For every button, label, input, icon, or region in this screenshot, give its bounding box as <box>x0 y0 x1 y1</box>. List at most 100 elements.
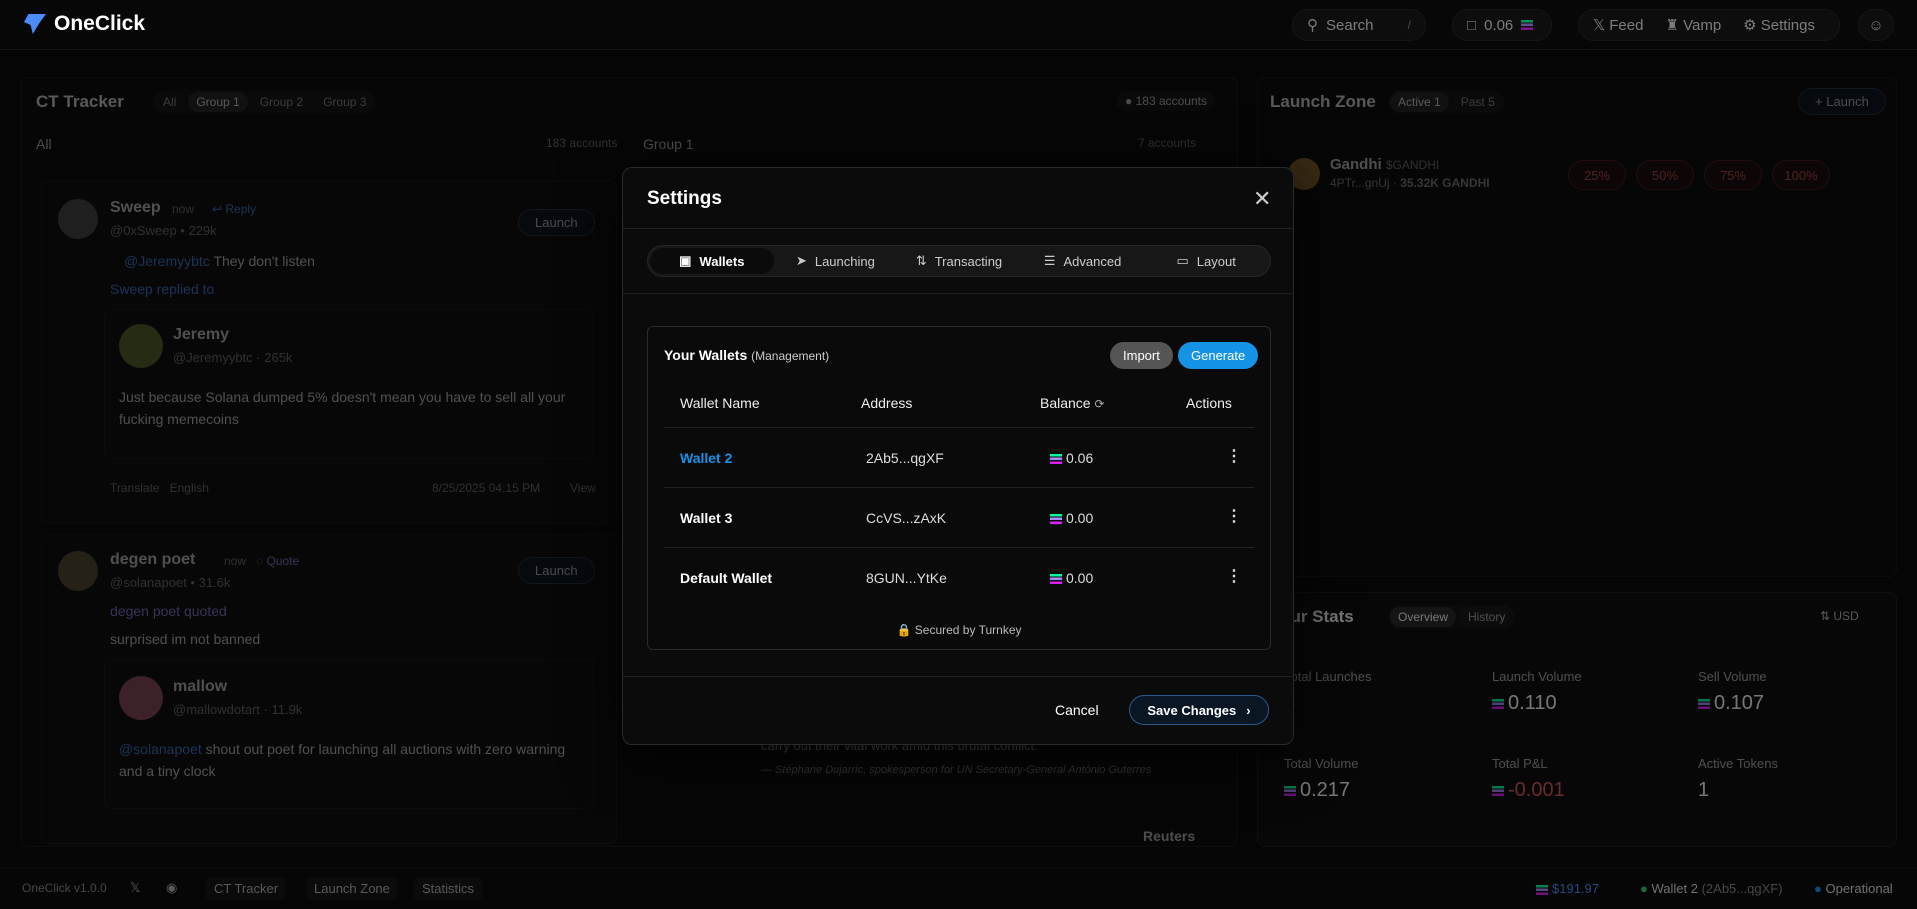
save-changes-button[interactable]: Save Changes › <box>1129 695 1269 725</box>
inner-tweet[interactable]: Jeremy @Jeremyybtc · 265k Just because S… <box>104 309 594 459</box>
settings-modal: Settings ✕ ▣ Wallets ➤ Launching ⇅ Transact… <box>622 167 1294 745</box>
settings-tabs: ▣ Wallets ➤ Launching ⇅ Transacting ☰ Advanc… <box>647 245 1271 277</box>
import-button[interactable]: Import <box>1110 342 1173 369</box>
generate-button[interactable]: Generate <box>1178 342 1259 369</box>
news-attribution: — Stéphane Dujarric, spokesperson for UN… <box>761 764 1152 776</box>
group-tab-1[interactable]: Group 1 <box>188 92 248 112</box>
wallet-icon: □ <box>1467 16 1477 34</box>
author-handle: @Jeremyybtc · 265k <box>173 350 293 365</box>
app-version: OneClick v1.0.0 <box>22 881 107 895</box>
chevron-right-icon: › <box>1246 702 1251 718</box>
group-tab-3[interactable]: Group 3 <box>315 92 375 112</box>
stat-item: Total Launches5 <box>1284 669 1372 714</box>
group-tab-all[interactable]: All <box>155 92 185 112</box>
column-header-name: Wallet Name <box>680 395 760 411</box>
more-options-icon[interactable]: ⋮ <box>1226 566 1242 586</box>
launch-button[interactable]: Launch <box>518 557 595 584</box>
lock-icon: 🔒 <box>896 623 912 637</box>
wallet-icon: ▣ <box>679 253 692 268</box>
group-tabs: All Group 1 Group 2 Group 3 <box>153 90 377 114</box>
launch-zone-tabs: Active 1 Past 5 <box>1388 90 1505 114</box>
launch-button[interactable]: Launch <box>518 209 595 236</box>
tab-wallets[interactable]: ▣ Wallets <box>650 248 774 274</box>
search-icon: ⚲ <box>1307 17 1318 34</box>
stat-item: Total P&L -0.001 <box>1492 756 1565 801</box>
currency-toggle[interactable]: ⇅ USD <box>1820 609 1859 623</box>
tab-active[interactable]: Active 1 <box>1390 92 1449 112</box>
column-group-count: 7 accounts <box>1138 136 1197 150</box>
app-logo[interactable]: OneClick <box>24 12 145 36</box>
column-header-address: Address <box>861 395 913 411</box>
close-icon[interactable]: ✕ <box>1253 186 1271 212</box>
tab-advanced[interactable]: ☰ Advanced <box>1021 248 1145 274</box>
cancel-button[interactable]: Cancel <box>1055 702 1099 718</box>
tweet-card[interactable]: Sweep now ↩ Reply @0xSweep • 229k Launch… <box>41 180 617 524</box>
rocket-icon: ➤ <box>795 253 807 268</box>
column-all-title: All <box>36 136 52 152</box>
stat-item: Active Tokens 1 <box>1698 756 1778 801</box>
footer-tab-launch-zone[interactable]: Launch Zone <box>306 877 398 900</box>
modal-title: Settings <box>647 188 722 209</box>
more-options-icon[interactable]: ⋮ <box>1226 506 1242 526</box>
wallet-name[interactable]: Default Wallet <box>680 570 772 586</box>
wallet-balance: 0.00 <box>1050 570 1093 586</box>
tab-past[interactable]: Past 5 <box>1452 92 1503 112</box>
profile-button[interactable]: ☺ <box>1858 9 1894 41</box>
search-shortcut: / <box>1407 18 1411 32</box>
tab-overview[interactable]: Overview <box>1390 607 1457 627</box>
footer-tab-statistics[interactable]: Statistics <box>414 877 483 900</box>
inner-tweet[interactable]: mallow @mallowdotart · 11.9k @solanapoet… <box>104 659 594 809</box>
tweet-date: 8/25/2025 04:15 PM <box>432 481 541 495</box>
sell-25-button[interactable]: 25% <box>1568 160 1626 190</box>
group-tab-2[interactable]: Group 2 <box>251 92 312 112</box>
avatar <box>58 551 98 591</box>
translate-button[interactable]: Translate English <box>110 481 209 495</box>
vamp-button[interactable]: ♜ Vamp <box>1665 16 1721 34</box>
wallet-name[interactable]: Wallet 3 <box>680 510 732 526</box>
footer-wallet[interactable]: ● Wallet 2 (2Ab5...qgXF) <box>1640 881 1783 896</box>
author-handle: @0xSweep • 229k <box>110 223 217 238</box>
stats-tabs: Overview History <box>1388 605 1516 629</box>
sell-75-button[interactable]: 75% <box>1704 160 1762 190</box>
solana-icon <box>1050 514 1062 525</box>
tweet-time: now <box>172 202 195 216</box>
logo-icon <box>24 14 46 34</box>
view-link[interactable]: View <box>570 481 596 495</box>
tab-launching[interactable]: ➤ Launching <box>774 248 898 274</box>
discord-icon[interactable]: ◉ <box>166 880 177 896</box>
table-row[interactable]: Default Wallet 8GUN...YtKe 0.00 ⋮ <box>664 547 1254 607</box>
launch-zone-panel: Launch Zone Active 1 Past 5 + Launch Gan… <box>1257 77 1897 577</box>
wallets-title: Your Wallets (Management) <box>664 347 830 363</box>
footer-balance: $191.97 <box>1536 881 1599 896</box>
tab-layout[interactable]: ▭ Layout <box>1144 248 1268 274</box>
settings-button[interactable]: ⚙ Settings <box>1743 16 1815 34</box>
swap-icon: ⇅ <box>915 253 927 268</box>
sell-100-button[interactable]: 100% <box>1772 160 1830 190</box>
solana-icon <box>1050 574 1062 585</box>
stat-item: Launch Volume 0.110 <box>1492 669 1582 714</box>
x-icon[interactable]: 𝕏 <box>130 880 140 896</box>
tab-transacting[interactable]: ⇅ Transacting <box>897 248 1021 274</box>
nav-group: 𝕏 Feed ♜ Vamp ⚙ Settings <box>1578 9 1840 41</box>
stat-item: Sell Volume 0.107 <box>1698 669 1767 714</box>
search-input[interactable]: ⚲ Search / <box>1292 9 1426 41</box>
author-handle: @solanapoet • 31.6k <box>110 575 231 590</box>
new-launch-button[interactable]: + Launch <box>1798 88 1886 115</box>
wallet-name[interactable]: Wallet 2 <box>680 450 732 466</box>
tweet-card[interactable]: degen poet now ◌ Quote @solanapoet • 31.… <box>41 534 617 844</box>
wallet-balance: 0.00 <box>1050 510 1093 526</box>
reply-badge: ↩ Reply <box>212 202 257 216</box>
more-options-icon[interactable]: ⋮ <box>1226 446 1242 466</box>
table-row[interactable]: Wallet 2 2Ab5...qgXF 0.06 ⋮ <box>664 427 1254 487</box>
column-all-count: 183 accounts <box>546 136 618 150</box>
table-row[interactable]: Wallet 3 CcVS...zAxK 0.00 ⋮ <box>664 487 1254 547</box>
solana-icon <box>1050 454 1062 465</box>
feed-button[interactable]: 𝕏 Feed <box>1593 16 1643 34</box>
tab-history[interactable]: History <box>1460 607 1514 627</box>
sell-50-button[interactable]: 50% <box>1636 160 1694 190</box>
tweet-time: now <box>224 554 247 568</box>
footer-tab-ct-tracker[interactable]: CT Tracker <box>206 877 287 900</box>
user-icon: ☺ <box>1868 16 1884 34</box>
refresh-icon[interactable]: ⟳ <box>1094 397 1104 411</box>
wallet-balance-pill[interactable]: □ 0.06 <box>1452 9 1553 41</box>
